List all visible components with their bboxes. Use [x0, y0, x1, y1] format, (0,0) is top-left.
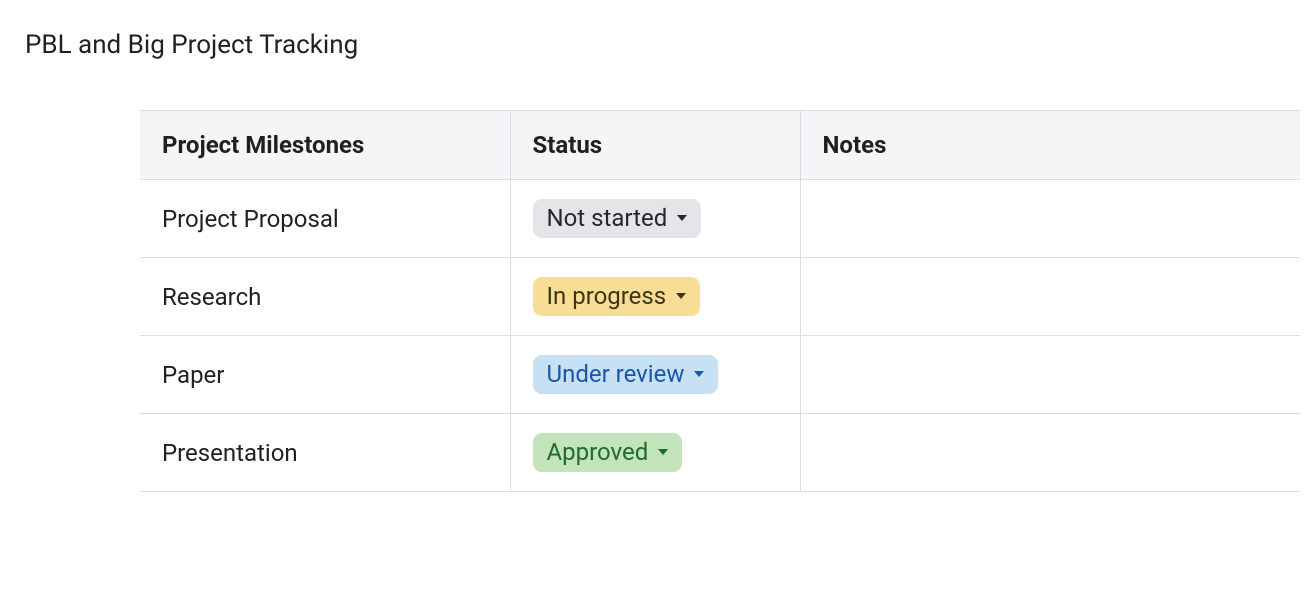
header-notes: Notes [800, 111, 1300, 180]
table-row: Presentation Approved [140, 414, 1300, 492]
chevron-down-icon [658, 449, 668, 455]
status-label: Under review [547, 360, 685, 389]
cell-milestone[interactable]: Project Proposal [140, 180, 510, 258]
table-header-row: Project Milestones Status Notes [140, 111, 1300, 180]
status-label: Not started [547, 204, 668, 233]
table-row: Research In progress [140, 258, 1300, 336]
status-chip[interactable]: Not started [533, 199, 702, 239]
status-chip[interactable]: Under review [533, 355, 719, 395]
cell-status: Not started [510, 180, 800, 258]
cell-notes[interactable] [800, 336, 1300, 414]
chevron-down-icon [694, 371, 704, 377]
chevron-down-icon [676, 293, 686, 299]
header-milestones: Project Milestones [140, 111, 510, 180]
cell-milestone[interactable]: Presentation [140, 414, 510, 492]
chevron-down-icon [677, 215, 687, 221]
status-chip[interactable]: In progress [533, 277, 701, 317]
table-row: Paper Under review [140, 336, 1300, 414]
status-chip[interactable]: Approved [533, 433, 683, 473]
cell-status: In progress [510, 258, 800, 336]
cell-milestone[interactable]: Paper [140, 336, 510, 414]
cell-notes[interactable] [800, 180, 1300, 258]
cell-status: Under review [510, 336, 800, 414]
project-table-container: Project Milestones Status Notes Project … [140, 110, 1300, 492]
header-status: Status [510, 111, 800, 180]
cell-notes[interactable] [800, 414, 1300, 492]
cell-status: Approved [510, 414, 800, 492]
cell-notes[interactable] [800, 258, 1300, 336]
status-label: In progress [547, 282, 667, 311]
table-row: Project Proposal Not started [140, 180, 1300, 258]
project-table: Project Milestones Status Notes Project … [140, 110, 1300, 492]
page-title: PBL and Big Project Tracking [25, 30, 1282, 60]
cell-milestone[interactable]: Research [140, 258, 510, 336]
status-label: Approved [547, 438, 649, 467]
